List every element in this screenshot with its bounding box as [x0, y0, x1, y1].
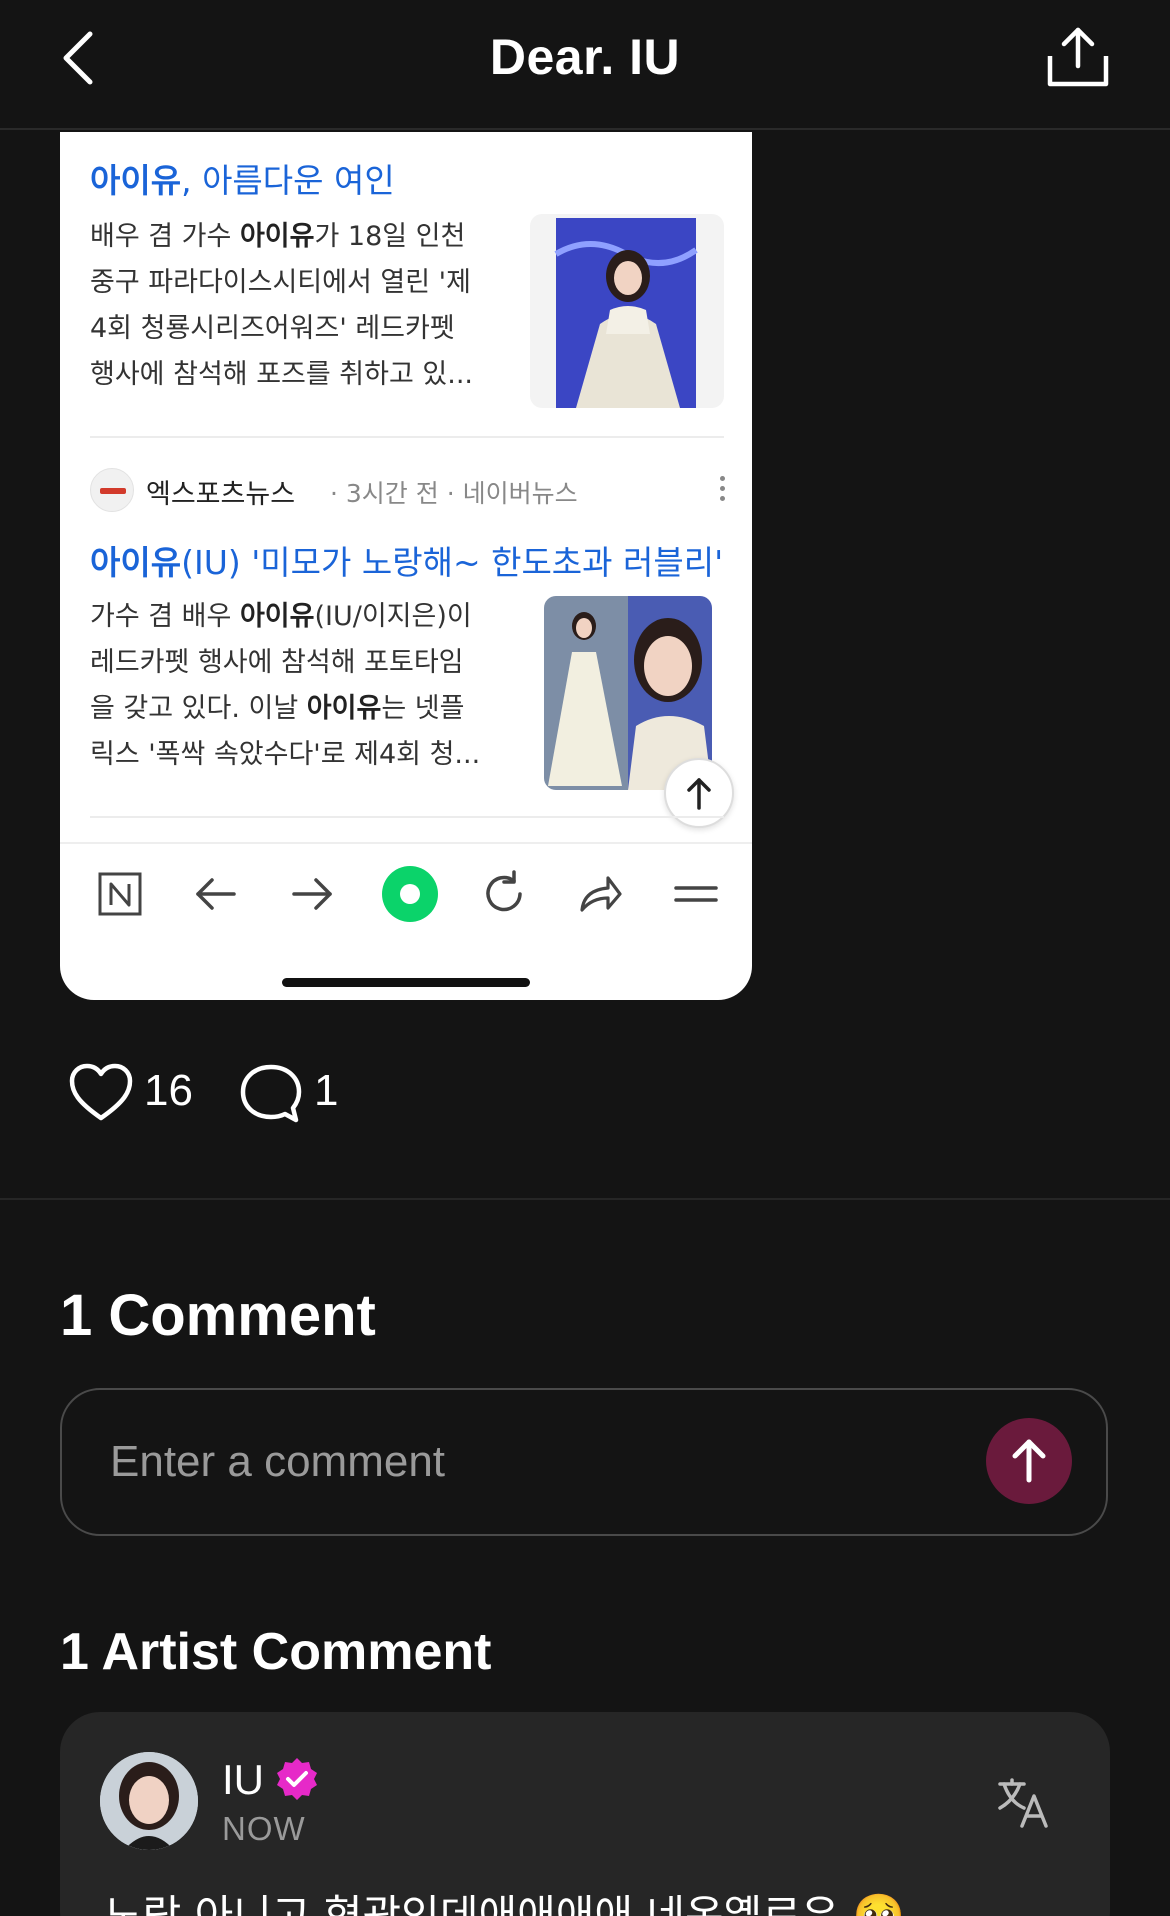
share-icon[interactable] — [574, 868, 626, 920]
forward-arrow-icon[interactable] — [286, 868, 338, 920]
body-line: 중구 파라다이스시티에서 열린 '제 — [90, 267, 471, 298]
artist-name[interactable]: IU — [222, 1756, 264, 1804]
app-header: Dear. IU — [0, 0, 1170, 130]
post-reactions: 16 1 — [68, 1058, 568, 1128]
section-divider — [0, 1198, 1170, 1200]
body-line: 배우 겸 가수 아이유가 18일 인천 — [90, 221, 466, 252]
comment-timestamp: NOW — [222, 1810, 306, 1847]
back-arrow-icon[interactable] — [190, 868, 242, 920]
arrow-up-icon — [1012, 1439, 1046, 1483]
artist-comment-card[interactable]: IU NOW 노랑 아니고 형광인데애애애애 네온옐로우 🥺 — [60, 1712, 1110, 1916]
N-icon[interactable] — [94, 868, 146, 920]
send-comment-button[interactable] — [986, 1418, 1072, 1504]
comment-bubble-icon[interactable] — [238, 1062, 304, 1124]
artist-avatar[interactable] — [100, 1752, 198, 1850]
comment-input-box[interactable] — [60, 1388, 1108, 1536]
article-body-2: 가수 겸 배우 아이유(IU/이지은)이 레드카펫 행사에 참석해 포토타임 을… — [90, 594, 510, 778]
comment-input[interactable] — [110, 1430, 930, 1494]
more-options-icon[interactable] — [718, 476, 726, 504]
page-title: Dear. IU — [489, 29, 681, 85]
comment-count: 1 — [314, 1066, 339, 1115]
verified-badge-icon — [277, 1758, 317, 1800]
artist-comment-text: 노랑 아니고 형광인데애애애애 네온옐로우 🥺 — [104, 1891, 906, 1916]
article-thumbnail-1[interactable] — [530, 214, 724, 408]
body-line: 가수 겸 배우 아이유(IU/이지은)이 — [90, 601, 472, 632]
source-logo — [90, 468, 134, 512]
body-line: 레드카펫 행사에 참석해 포토타임 — [90, 647, 464, 678]
home-indicator — [282, 978, 530, 987]
source-meta: · 3시간 전 · 네이버뉴스 — [330, 479, 578, 508]
translate-icon[interactable] — [996, 1776, 1050, 1830]
source-name: 엑스포츠뉴스 — [146, 479, 296, 510]
comments-heading: 1 Comment — [60, 1283, 376, 1348]
body-line: 행사에 참석해 포즈를 취하고 있... — [90, 359, 473, 390]
share-upload-icon[interactable] — [1046, 26, 1110, 88]
shared-screenshot-card[interactable]: 아이유, 아름다운 여인 배우 겸 가수 아이유가 18일 인천 중구 파라다이… — [60, 132, 752, 1000]
article-title-2[interactable]: 아이유(IU) '미모가 노랑해~ 한도초과 러블리' — [90, 536, 723, 584]
heart-icon[interactable] — [68, 1062, 134, 1124]
menu-icon[interactable] — [670, 868, 722, 920]
artist-comments-heading: 1 Artist Comment — [60, 1623, 492, 1681]
news-source-row[interactable]: 엑스포츠뉴스 · 3시간 전 · 네이버뉴스 — [90, 466, 730, 512]
body-line: 을 갖고 있다. 이날 아이유는 넷플 — [90, 693, 465, 724]
refresh-icon[interactable] — [478, 868, 530, 920]
body-line: 4회 청룡시리즈어워즈' 레드카펫 — [90, 313, 455, 344]
divider — [90, 436, 724, 438]
body-line: 릭스 '폭싹 속았수다'로 제4회 청... — [90, 739, 481, 770]
divider — [90, 816, 724, 818]
article-title-1[interactable]: 아이유, 아름다운 여인 — [90, 154, 395, 202]
browser-toolbar — [60, 842, 752, 1000]
like-count: 16 — [144, 1066, 193, 1115]
article-body-1: 배우 겸 가수 아이유가 18일 인천 중구 파라다이스시티에서 열린 '제 4… — [90, 214, 510, 398]
green-dot-icon[interactable] — [378, 862, 442, 926]
